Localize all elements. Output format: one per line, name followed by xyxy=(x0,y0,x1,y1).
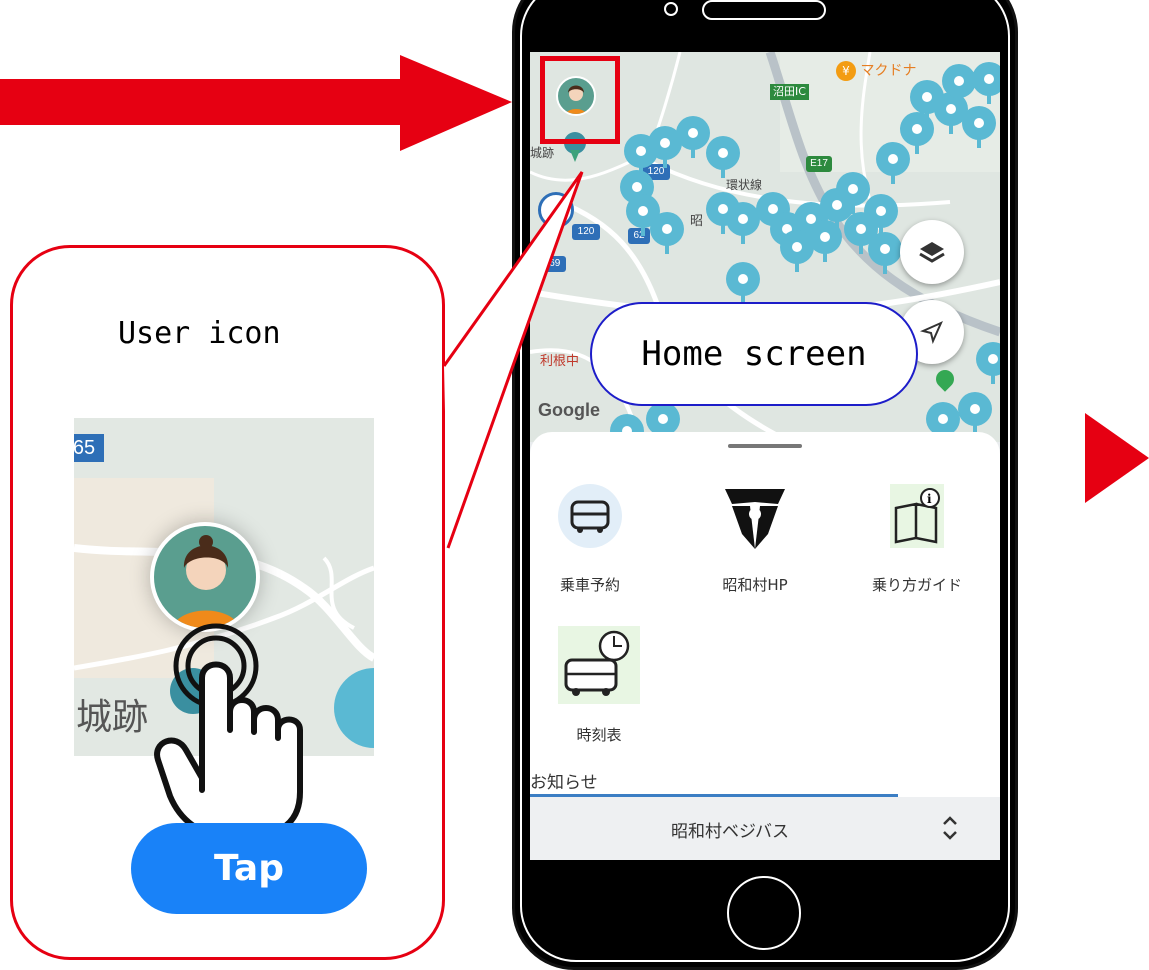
user-avatar-button[interactable] xyxy=(556,76,596,116)
layers-icon xyxy=(919,242,945,263)
phone-home-button[interactable] xyxy=(727,876,801,950)
service-label: 時刻表 xyxy=(576,726,622,744)
bus-line-selector[interactable]: 昭和村ベジバス xyxy=(530,797,1000,860)
bottom-sheet[interactable]: 乗車予約 昭和村HP i 乗り方ガイド 時刻表 お知らせ 昭和村ベジバス xyxy=(530,432,1000,860)
zoomed-road-badge: 65 xyxy=(74,434,104,462)
service-item-guide[interactable]: i 乗り方ガイド xyxy=(850,484,1000,604)
guide-book-icon: i xyxy=(890,484,944,548)
zoomed-map-text: 城跡 xyxy=(76,697,149,738)
stop-pin[interactable] xyxy=(962,106,996,148)
layers-button[interactable] xyxy=(900,220,964,284)
notice-title[interactable]: お知らせ xyxy=(530,768,598,793)
stop-pin[interactable] xyxy=(972,62,1000,104)
chevron-updown-icon xyxy=(940,813,960,843)
sheet-drag-handle[interactable] xyxy=(728,444,802,448)
phone-camera xyxy=(664,2,678,16)
map-label-sho: 昭 xyxy=(690,214,704,229)
stop-pin[interactable] xyxy=(676,116,710,158)
stop-pin[interactable] xyxy=(706,136,740,178)
map-label-numata-ic: 沼田IC xyxy=(770,84,809,100)
road-badge-e17: E17 xyxy=(806,156,832,172)
stop-pin[interactable] xyxy=(958,392,992,434)
map-label-mcdonalds: ¥ マクドナ xyxy=(836,60,916,81)
stop-pin[interactable] xyxy=(868,232,902,274)
restaurant-icon: ¥ xyxy=(836,61,856,81)
stop-pin[interactable] xyxy=(942,64,976,106)
next-arrow-icon xyxy=(1085,413,1149,503)
callout-title: User icon xyxy=(118,316,281,351)
map-label-mcdonalds-text: マクドナ xyxy=(860,63,917,79)
stop-pin[interactable] xyxy=(726,202,760,244)
navigation-arrow-icon xyxy=(920,321,943,344)
phone-speaker xyxy=(702,0,826,20)
callout-pointer xyxy=(442,171,584,549)
service-label: 乗車予約 xyxy=(559,576,620,594)
bus-line-selected: 昭和村ベジバス xyxy=(671,822,789,842)
map-label-loop-line: 環状線 xyxy=(726,178,763,192)
stop-pin[interactable] xyxy=(836,172,870,214)
service-item-timetable[interactable]: 時刻表 xyxy=(530,624,680,744)
tap-button[interactable]: Tap xyxy=(131,823,367,914)
stop-pin[interactable] xyxy=(650,212,684,254)
stop-pin[interactable] xyxy=(780,230,814,272)
stop-pin[interactable] xyxy=(726,262,760,304)
service-label: 昭和村HP xyxy=(722,576,788,594)
zoomed-user-avatar-icon xyxy=(150,522,260,632)
map-label-castle: 城跡 xyxy=(530,146,555,160)
tap-hand-icon xyxy=(154,623,303,839)
home-screen-label: Home screen xyxy=(590,302,918,406)
user-location-stem xyxy=(570,150,580,162)
timetable-bus-icon xyxy=(558,626,640,704)
stop-pin[interactable] xyxy=(876,142,910,184)
village-emblem-icon xyxy=(720,484,790,554)
stop-pin[interactable] xyxy=(646,402,680,442)
service-label: 乗り方ガイド xyxy=(871,576,962,594)
svg-text:i: i xyxy=(927,492,932,506)
phone-screen: 120 120 62 269 E17 沼田IC 環状線 昭 利根中 城跡 ¥ マ… xyxy=(530,52,1000,860)
road-badge-62: 62 xyxy=(628,228,650,244)
stop-pin[interactable] xyxy=(926,402,960,442)
service-item-village-hp[interactable]: 昭和村HP xyxy=(690,484,840,604)
pointer-arrow-left xyxy=(0,55,512,151)
